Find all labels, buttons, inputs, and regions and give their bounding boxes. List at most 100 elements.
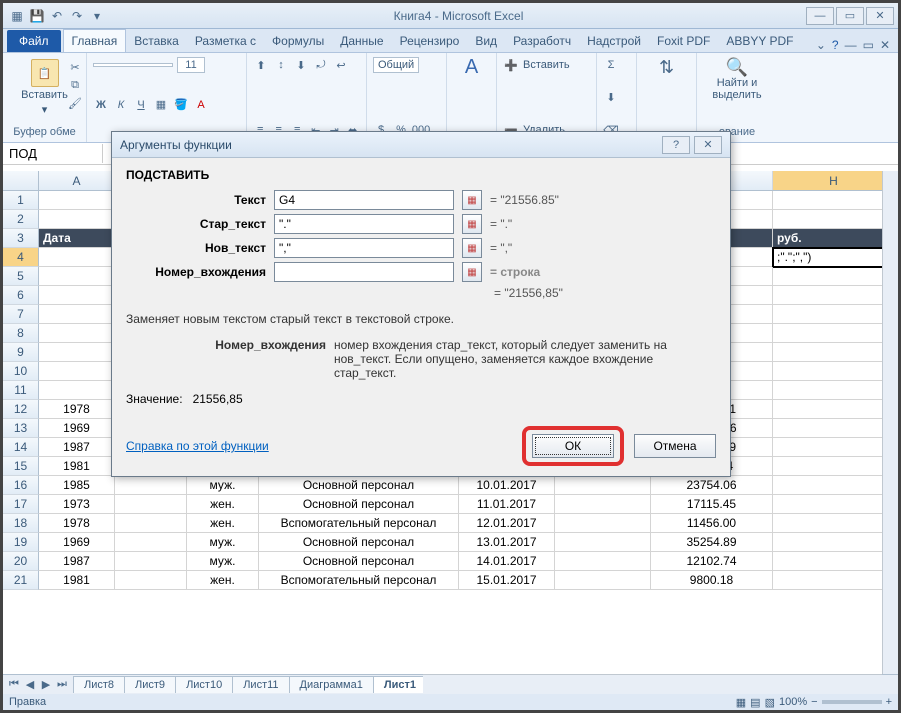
row-header[interactable]: 20 xyxy=(3,552,39,571)
cell[interactable]: 12102.74 xyxy=(651,552,773,571)
sheet-tab[interactable]: Лист1 xyxy=(373,676,427,693)
cell[interactable] xyxy=(773,381,895,400)
align-bottom-icon[interactable]: ⬇ xyxy=(293,57,309,73)
cell[interactable]: 1987 xyxy=(39,552,115,571)
row-header[interactable]: 17 xyxy=(3,495,39,514)
sheet-tab[interactable]: Лист11 xyxy=(232,676,289,693)
cell[interactable]: 17115.45 xyxy=(651,495,773,514)
tab-formulas[interactable]: Формулы xyxy=(264,30,332,52)
cell[interactable]: Основной персонал xyxy=(259,552,459,571)
align-top-icon[interactable]: ⬆ xyxy=(253,57,269,73)
cell[interactable] xyxy=(39,286,115,305)
cell[interactable]: 12.01.2017 xyxy=(459,514,555,533)
cell[interactable] xyxy=(39,248,115,267)
row-header[interactable]: 13 xyxy=(3,419,39,438)
sheet-tab[interactable]: Лист10 xyxy=(175,676,233,693)
row-header[interactable]: 8 xyxy=(3,324,39,343)
font-color-icon[interactable]: A xyxy=(193,97,209,113)
cell[interactable]: 11456.00 xyxy=(651,514,773,533)
view-layout-icon[interactable]: ▤ xyxy=(750,696,760,709)
save-icon[interactable]: 💾 xyxy=(29,8,45,24)
cell[interactable] xyxy=(773,400,895,419)
dialog-close-icon[interactable]: ✕ xyxy=(694,136,722,154)
tab-home[interactable]: Главная xyxy=(63,29,127,52)
row-header[interactable]: 9 xyxy=(3,343,39,362)
cell[interactable] xyxy=(39,343,115,362)
cell[interactable]: 1978 xyxy=(39,400,115,419)
wrap-icon[interactable]: ↩ xyxy=(333,57,349,73)
fill-color-icon[interactable]: 🪣 xyxy=(173,97,189,113)
cell[interactable] xyxy=(555,552,651,571)
cell[interactable] xyxy=(773,457,895,476)
autosum-icon[interactable]: Σ xyxy=(603,57,619,73)
cell[interactable] xyxy=(555,495,651,514)
cell[interactable] xyxy=(773,210,895,229)
tab-layout[interactable]: Разметка с xyxy=(187,30,264,52)
cell[interactable]: 14.01.2017 xyxy=(459,552,555,571)
row-header[interactable]: 12 xyxy=(3,400,39,419)
dialog-help-icon[interactable]: ? xyxy=(662,136,690,154)
cell[interactable] xyxy=(773,267,895,286)
horizontal-scrollbar[interactable] xyxy=(423,674,882,694)
cell[interactable] xyxy=(555,533,651,552)
sheet-nav-last-icon[interactable]: ⏭ xyxy=(55,678,69,691)
cell[interactable] xyxy=(773,495,895,514)
find-select-button[interactable]: 🔍 Найти и выделить xyxy=(703,57,771,103)
cell[interactable]: муж. xyxy=(187,552,259,571)
zoom-in-icon[interactable]: + xyxy=(886,696,892,708)
cancel-button[interactable]: Отмена xyxy=(634,434,716,458)
tab-developer[interactable]: Разработч xyxy=(505,30,579,52)
tab-data[interactable]: Данные xyxy=(332,30,391,52)
cell[interactable] xyxy=(773,305,895,324)
cell[interactable]: 1973 xyxy=(39,495,115,514)
cell[interactable]: Дата xyxy=(39,229,115,248)
row-header[interactable]: 18 xyxy=(3,514,39,533)
maximize-button[interactable]: ▭ xyxy=(836,7,864,25)
font-size-box[interactable]: 11 xyxy=(177,57,205,73)
col-header-a[interactable]: A xyxy=(39,171,115,190)
cell[interactable] xyxy=(39,324,115,343)
format-painter-icon[interactable]: 🖌 xyxy=(67,95,83,111)
minimize-ribbon-icon[interactable]: ⌄ xyxy=(816,38,826,52)
col-header-h[interactable]: H xyxy=(773,171,895,190)
cell[interactable]: жен. xyxy=(187,495,259,514)
name-box[interactable]: ПОД xyxy=(3,144,103,163)
row-header[interactable]: 11 xyxy=(3,381,39,400)
cell[interactable]: 1987 xyxy=(39,438,115,457)
zoom-slider[interactable] xyxy=(822,700,882,704)
sheet-nav-next-icon[interactable]: ▶ xyxy=(39,678,53,691)
cell[interactable]: 13.01.2017 xyxy=(459,533,555,552)
cell[interactable] xyxy=(39,191,115,210)
cell[interactable] xyxy=(773,514,895,533)
row-header[interactable]: 5 xyxy=(3,267,39,286)
cell[interactable] xyxy=(773,552,895,571)
insert-cells-icon[interactable]: ➕ xyxy=(503,57,519,73)
row-header[interactable]: 6 xyxy=(3,286,39,305)
cell[interactable]: ;".";",") xyxy=(773,248,895,267)
sheet-nav-first-icon[interactable]: ⏮ xyxy=(7,678,21,691)
view-normal-icon[interactable]: ▦ xyxy=(736,696,746,709)
cell[interactable] xyxy=(773,571,895,590)
cell[interactable] xyxy=(39,305,115,324)
row-header[interactable]: 21 xyxy=(3,571,39,590)
cell[interactable]: 1969 xyxy=(39,533,115,552)
row-header[interactable]: 4 xyxy=(3,248,39,267)
cell[interactable] xyxy=(115,571,187,590)
arg-new-picker[interactable]: ▦ xyxy=(462,238,482,258)
fill-icon[interactable]: ⬇ xyxy=(603,90,619,106)
arg-text-input[interactable] xyxy=(274,190,454,210)
dialog-title-bar[interactable]: Аргументы функции ? ✕ xyxy=(112,132,730,158)
qat-dropdown-icon[interactable]: ▾ xyxy=(89,8,105,24)
underline-icon[interactable]: Ч xyxy=(133,97,149,113)
cell[interactable]: Основной персонал xyxy=(259,533,459,552)
view-break-icon[interactable]: ▧ xyxy=(765,696,775,709)
bold-icon[interactable]: Ж xyxy=(93,97,109,113)
cell[interactable] xyxy=(773,476,895,495)
function-help-link[interactable]: Справка по этой функции xyxy=(126,439,269,453)
number-format-dropdown[interactable]: Общий xyxy=(373,57,419,73)
cut-icon[interactable]: ✂ xyxy=(67,59,83,75)
sheet-tab[interactable]: Диаграмма1 xyxy=(289,676,374,693)
cell[interactable] xyxy=(773,438,895,457)
orientation-icon[interactable]: ⤾ xyxy=(313,57,329,73)
ok-button[interactable]: ОК xyxy=(532,434,614,458)
